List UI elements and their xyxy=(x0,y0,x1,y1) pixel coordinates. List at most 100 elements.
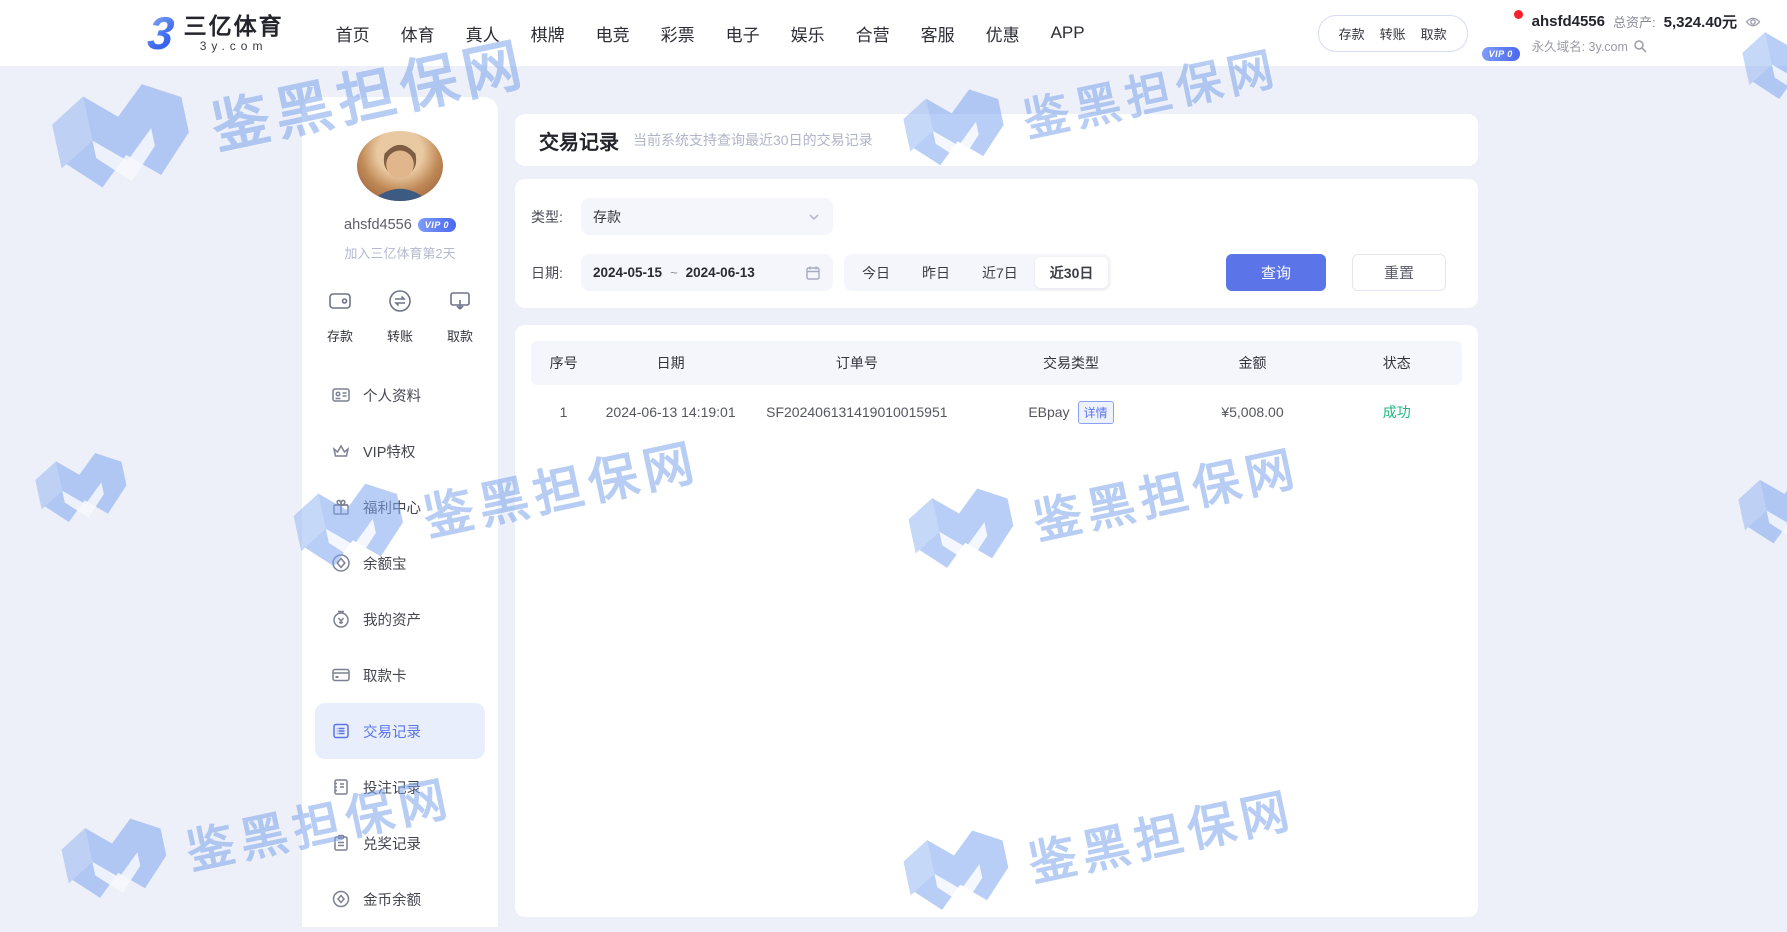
sidebar-quick-actions: 存款 转账 取款 xyxy=(327,288,473,345)
sidebar-item-redeem[interactable]: 兑奖记录 xyxy=(315,815,485,871)
page-subtitle: 当前系统支持查询最近30日的交易记录 xyxy=(633,130,873,150)
sidebar-item-welfare[interactable]: 福利中心 xyxy=(315,479,485,535)
main-nav: 首页 体育 真人 棋牌 电竞 彩票 电子 娱乐 合营 客服 优惠 APP xyxy=(336,21,1085,46)
row-status: 成功 xyxy=(1332,402,1462,422)
sidebar-item-bets[interactable]: 投注记录 xyxy=(315,759,485,815)
quick-action-deposit[interactable]: 存款 xyxy=(327,288,353,345)
row-date: 2024-06-13 14:19:01 xyxy=(596,404,745,420)
col-status: 状态 xyxy=(1332,353,1462,373)
notebook-icon xyxy=(331,777,351,797)
notification-dot xyxy=(1514,10,1523,19)
nav-slots[interactable]: 电子 xyxy=(726,21,760,46)
range-today[interactable]: 今日 xyxy=(847,257,905,288)
type-select-value: 存款 xyxy=(593,207,807,227)
assets-value: 5,324.40元 xyxy=(1664,11,1737,32)
sidebar-item-assets[interactable]: 我的资产 xyxy=(315,591,485,647)
username: ahsfd4556 xyxy=(1532,13,1605,30)
sidebar-item-coins[interactable]: 金币余额 xyxy=(315,871,485,927)
watermark-logo-icon xyxy=(24,423,147,561)
sidebar-item-yuebao[interactable]: 余额宝 xyxy=(315,535,485,591)
withdraw-money-icon xyxy=(447,288,473,319)
search-icon[interactable] xyxy=(1633,39,1647,53)
nav-lottery[interactable]: 彩票 xyxy=(661,21,695,46)
date-end-value: 2024-06-13 xyxy=(686,265,755,280)
date-range-picker[interactable]: 2024-05-15 ~ 2024-06-13 xyxy=(581,254,833,291)
table-header-row: 序号 日期 订单号 交易类型 金额 状态 xyxy=(531,341,1462,385)
row-index: 1 xyxy=(531,404,596,420)
join-days-text: 加入三亿体育第2天 xyxy=(344,243,455,262)
sidebar-item-transactions[interactable]: 交易记录 xyxy=(315,703,485,759)
quick-action-withdraw[interactable]: 取款 xyxy=(447,288,473,345)
row-order-no: SF202406131419010015951 xyxy=(745,404,968,420)
nav-esports[interactable]: 电竞 xyxy=(596,21,630,46)
profile-avatar[interactable] xyxy=(357,131,443,201)
chevron-down-icon xyxy=(807,210,821,224)
table-row: 1 2024-06-13 14:19:01 SF2024061314190100… xyxy=(531,385,1462,439)
nav-service[interactable]: 客服 xyxy=(921,21,955,46)
range-30days[interactable]: 近30日 xyxy=(1035,257,1109,288)
detail-tag-button[interactable]: 详情 xyxy=(1078,401,1114,424)
sidebar-vip-badge: VIP 0 xyxy=(418,218,456,232)
col-type: 交易类型 xyxy=(969,353,1174,373)
col-amount: 金额 xyxy=(1173,353,1331,373)
topbar-deposit-button[interactable]: 存款 xyxy=(1339,24,1365,43)
transactions-table-card: 序号 日期 订单号 交易类型 金额 状态 1 2024-06-13 14:19:… xyxy=(515,325,1478,917)
type-select[interactable]: 存款 xyxy=(581,198,833,235)
permanent-domain: 永久域名: 3y.com xyxy=(1532,36,1628,55)
assets-purse-icon xyxy=(331,609,351,629)
nav-entertainment[interactable]: 娱乐 xyxy=(791,21,825,46)
nav-app[interactable]: APP xyxy=(1051,23,1085,43)
quick-action-transfer[interactable]: 转账 xyxy=(387,288,413,345)
row-type: EBpay 详情 xyxy=(969,401,1174,424)
gift-icon xyxy=(331,497,351,517)
sidebar-item-vip[interactable]: VIP特权 xyxy=(315,423,485,479)
nav-partner[interactable]: 合营 xyxy=(856,21,890,46)
nav-chess[interactable]: 棋牌 xyxy=(531,21,565,46)
nav-promo[interactable]: 优惠 xyxy=(986,21,1020,46)
user-cluster[interactable]: VIP 0 ahsfd4556 总资产: 5,324.40元 永久域名: 3y.… xyxy=(1484,11,1761,55)
brand-name: 三亿体育 xyxy=(184,14,284,38)
reset-button[interactable]: 重置 xyxy=(1352,254,1446,291)
vip-badge: VIP 0 xyxy=(1482,47,1520,61)
sidebar: ahsfd4556 VIP 0 加入三亿体育第2天 存款 转账 xyxy=(302,97,498,927)
crown-icon xyxy=(331,441,351,461)
transaction-list-icon xyxy=(331,721,351,741)
clipboard-icon xyxy=(331,833,351,853)
range-yesterday[interactable]: 昨日 xyxy=(907,257,965,288)
date-label: 日期: xyxy=(531,263,581,283)
bank-card-icon xyxy=(331,665,351,685)
brand-domain: 3y.com xyxy=(200,40,268,53)
watermark-logo-icon xyxy=(1730,460,1787,564)
row-type-value: EBpay xyxy=(1028,404,1069,420)
nav-sports[interactable]: 体育 xyxy=(401,21,435,46)
gold-coin-icon xyxy=(331,889,351,909)
calendar-icon xyxy=(805,265,821,281)
date-separator: ~ xyxy=(670,265,678,280)
brand-logo[interactable]: 3 三亿体育 3y.com xyxy=(148,10,284,56)
col-date: 日期 xyxy=(596,353,745,373)
quick-range-group: 今日 昨日 近7日 近30日 xyxy=(844,254,1111,291)
coin-circle-icon xyxy=(331,553,351,573)
watermark xyxy=(24,423,147,561)
type-label: 类型: xyxy=(531,207,581,227)
watermark-logo-icon xyxy=(41,68,213,217)
col-index: 序号 xyxy=(531,353,596,373)
filter-card: 类型: 存款 日期: 2024-05-15 ~ 2024-06-13 xyxy=(515,179,1478,308)
deposit-wallet-icon xyxy=(327,288,353,319)
sidebar-menu: 个人资料 VIP特权 福利中心 余额宝 xyxy=(302,367,498,927)
sidebar-item-profile[interactable]: 个人资料 xyxy=(315,367,485,423)
eye-icon[interactable] xyxy=(1745,14,1761,30)
sidebar-item-withdraw-card[interactable]: 取款卡 xyxy=(315,647,485,703)
transfer-arrows-icon xyxy=(387,288,413,319)
wallet-actions-pill: 存款 转账 取款 xyxy=(1318,15,1468,52)
page-title: 交易记录 xyxy=(539,126,619,155)
watermark xyxy=(1730,460,1787,564)
nav-home[interactable]: 首页 xyxy=(336,21,370,46)
topbar-transfer-button[interactable]: 转账 xyxy=(1380,24,1406,43)
topbar-withdraw-button[interactable]: 取款 xyxy=(1421,24,1447,43)
avatar-silhouette-icon xyxy=(357,131,443,201)
range-7days[interactable]: 近7日 xyxy=(967,257,1033,288)
search-button[interactable]: 查询 xyxy=(1226,254,1326,291)
nav-live[interactable]: 真人 xyxy=(466,21,500,46)
brand-mark-icon: 3 xyxy=(146,10,176,56)
